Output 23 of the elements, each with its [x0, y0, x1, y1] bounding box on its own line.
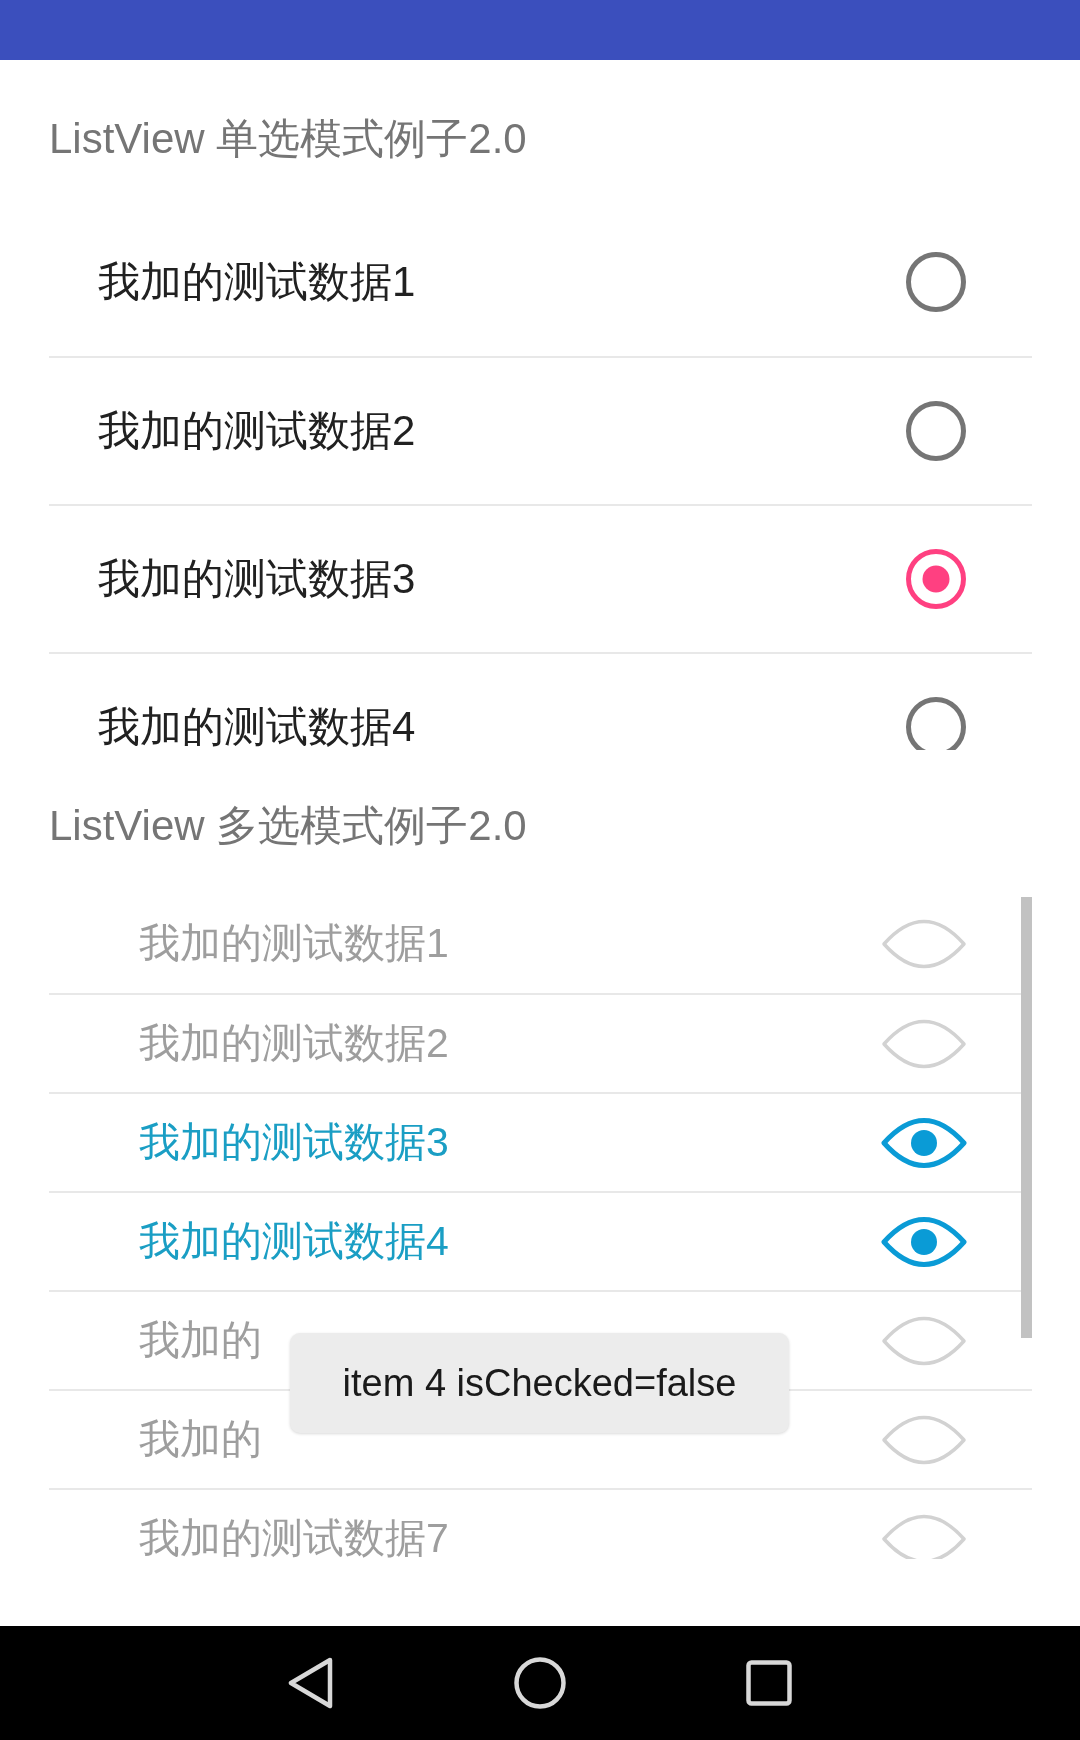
section-title: ListView 多选模式例子2.0: [49, 802, 527, 849]
item-label: 我加的测试数据1: [98, 256, 416, 307]
item-label: 我加的测试数据7: [139, 1518, 449, 1559]
item-label: 我加的测试数据4: [139, 1221, 449, 1262]
item-label: 我加的测试数据1: [139, 923, 449, 964]
radio-button[interactable]: [906, 549, 966, 609]
back-icon[interactable]: [288, 1657, 334, 1709]
item-label: 我加的: [139, 1320, 262, 1361]
radio-button[interactable]: [906, 697, 966, 750]
item-label: 我加的测试数据3: [98, 553, 416, 604]
item-label: 我加的测试数据2: [139, 1023, 449, 1064]
section-title: ListView 单选模式例子2.0: [49, 115, 527, 162]
item-label: 我加的测试数据3: [139, 1122, 449, 1163]
recents-icon[interactable]: [746, 1660, 792, 1706]
eye-icon[interactable]: [881, 1117, 967, 1168]
home-icon[interactable]: [514, 1657, 566, 1709]
toast-message: item 4 isChecked=false: [290, 1333, 789, 1433]
radio-button[interactable]: [906, 252, 966, 312]
item-label: 我加的测试数据4: [98, 701, 416, 750]
item-label: 我加的测试数据2: [98, 405, 416, 456]
eye-icon[interactable]: [881, 1216, 967, 1267]
radio-button[interactable]: [906, 401, 966, 461]
item-label: 我加的: [139, 1419, 262, 1460]
